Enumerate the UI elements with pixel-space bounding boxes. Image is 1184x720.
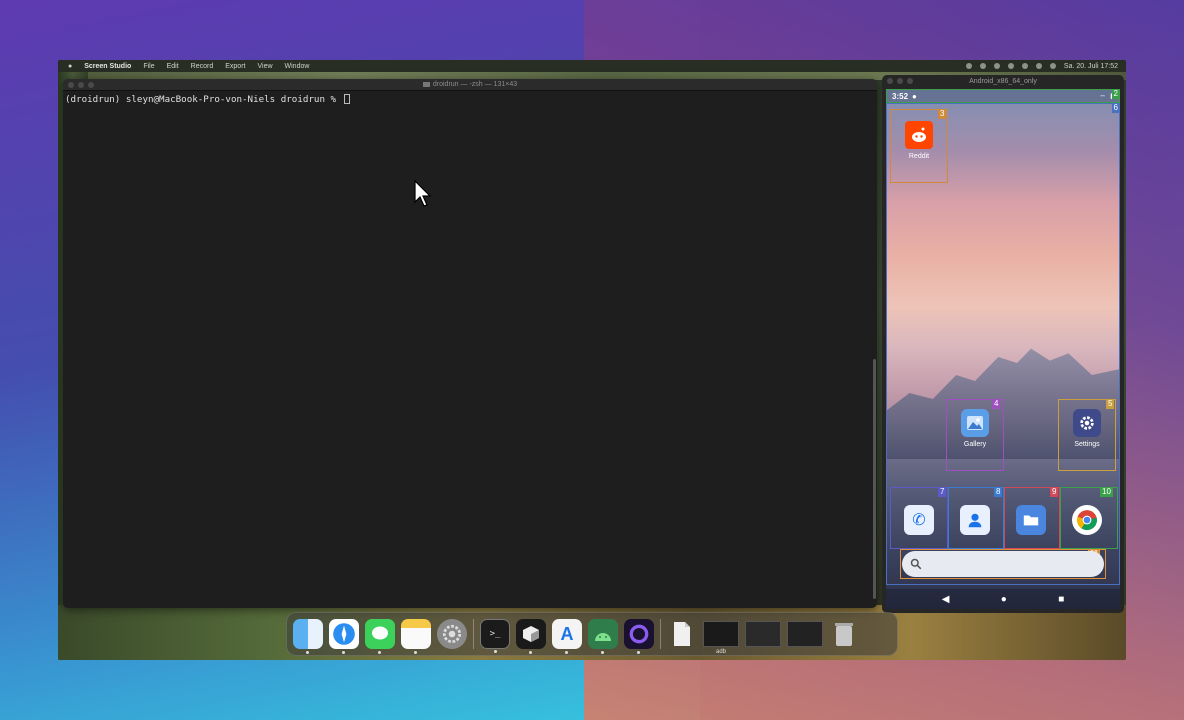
menu-file[interactable]: File [143,63,154,70]
close-button[interactable] [887,78,893,84]
android-nav-bar: ◀ ● ■ [886,589,1120,609]
tag-settings: 5 [1106,399,1115,409]
minimized-window-thumb[interactable]: adb [703,621,739,655]
app-phone[interactable]: ✆ [904,505,934,535]
mac-desktop: ● Screen Studio File Edit Record Export … [58,60,1126,660]
emulator-titlebar[interactable]: Android_x86_64_only [882,75,1124,87]
tag-root: 6 [1111,103,1120,113]
tag-contacts: 8 [994,487,1003,497]
tag-files: 9 [1050,487,1059,497]
safari-icon[interactable] [329,619,359,654]
folder-icon [422,82,430,87]
status-icon[interactable] [965,63,972,69]
terminal-prompt: (droidrun) sleyn@MacBook-Pro-von-Niels d… [65,94,342,105]
wifi-icon[interactable] [1021,63,1028,69]
android-studio-icon[interactable] [588,619,618,654]
menu-export[interactable]: Export [225,63,245,70]
trash-icon[interactable] [829,619,859,649]
menu-extras: Sa. 20. Juli 17:52 [965,60,1118,72]
settings-label: Settings [1074,441,1100,448]
terminal-titlebar[interactable]: droidrun — -zsh — 131×43 [63,79,877,91]
finder-icon[interactable] [293,619,323,654]
terminal-icon[interactable]: >_ [480,619,510,653]
tag-phone: 7 [938,487,947,497]
android-screen[interactable]: 3:52 ● ↔ ▮ 2 6 3 Reddit [886,89,1120,609]
emulator-window[interactable]: Android_x86_64_only 3:52 ● ↔ ▮ 2 6 3 [882,75,1124,613]
minimize-button[interactable] [897,78,903,84]
zoom-button[interactable] [907,78,913,84]
search-icon[interactable] [1035,63,1042,69]
menu-record[interactable]: Record [191,63,214,70]
back-icon[interactable]: ◀ [942,594,950,605]
terminal-title: droidrun — -zsh — 131×43 [432,81,518,88]
cube-app-icon[interactable] [516,619,546,654]
recents-icon[interactable]: ■ [1058,594,1064,605]
apple-icon[interactable]: ● [68,63,72,70]
messages-icon[interactable] [365,619,395,654]
minimized-window-thumb[interactable] [745,621,781,647]
menu-app-name[interactable]: Screen Studio [84,63,131,70]
text-cursor [343,94,350,104]
emulator-title: Android_x86_64_only [969,77,1037,85]
app-contacts[interactable] [960,505,990,535]
app-reddit[interactable]: Reddit [900,121,938,160]
menu-window[interactable]: Window [285,63,310,70]
xcode-icon[interactable]: A [552,619,582,654]
minimized-window-thumb[interactable] [787,621,823,647]
search-icon [910,558,922,570]
google-search-bar[interactable] [902,551,1104,577]
menu-edit[interactable]: Edit [167,63,179,70]
status-icon[interactable] [979,63,986,69]
phone-icon: ✆ [912,512,926,529]
tag-chrome: 10 [1100,487,1113,497]
reddit-label: Reddit [908,153,930,160]
ring-app-icon[interactable] [624,619,654,654]
app-chrome[interactable] [1072,505,1102,535]
terminal-scrollbar[interactable] [873,359,876,599]
person-icon [968,513,982,528]
system-settings-icon[interactable] [437,619,467,649]
mouse-pointer-icon [414,180,432,207]
minimize-button[interactable] [78,82,84,88]
terminal-content[interactable]: (droidrun) sleyn@MacBook-Pro-von-Niels d… [63,91,877,108]
gallery-label: Gallery [963,441,987,448]
app-settings[interactable]: Settings [1064,409,1110,448]
reddit-icon [905,121,933,149]
menu-clock[interactable]: Sa. 20. Juli 17:52 [1064,63,1118,70]
document-icon[interactable] [667,619,697,649]
zoom-button[interactable] [88,82,94,88]
status-icon[interactable] [1007,63,1014,69]
tag-reddit: 3 [938,109,947,119]
menu-view[interactable]: View [257,63,272,70]
thumb-label: adb [716,649,727,655]
terminal-window[interactable]: droidrun — -zsh — 131×43 (droidrun) sley… [63,79,877,608]
gallery-icon [961,409,989,437]
tag-gallery: 4 [992,399,1001,409]
control-center-icon[interactable] [1049,63,1056,69]
gear-icon [1073,409,1101,437]
app-gallery[interactable]: Gallery [956,409,994,448]
folder-icon [1023,515,1039,526]
status-icon[interactable] [993,63,1000,69]
tag-status: 2 [1111,89,1120,99]
bbox-status [886,89,1120,103]
app-files[interactable] [1016,505,1046,535]
chrome-icon [1077,510,1097,531]
home-icon[interactable]: ● [1001,594,1007,605]
close-button[interactable] [68,82,74,88]
mac-dock: >_ A adb [286,612,898,656]
notes-icon[interactable] [401,619,431,654]
